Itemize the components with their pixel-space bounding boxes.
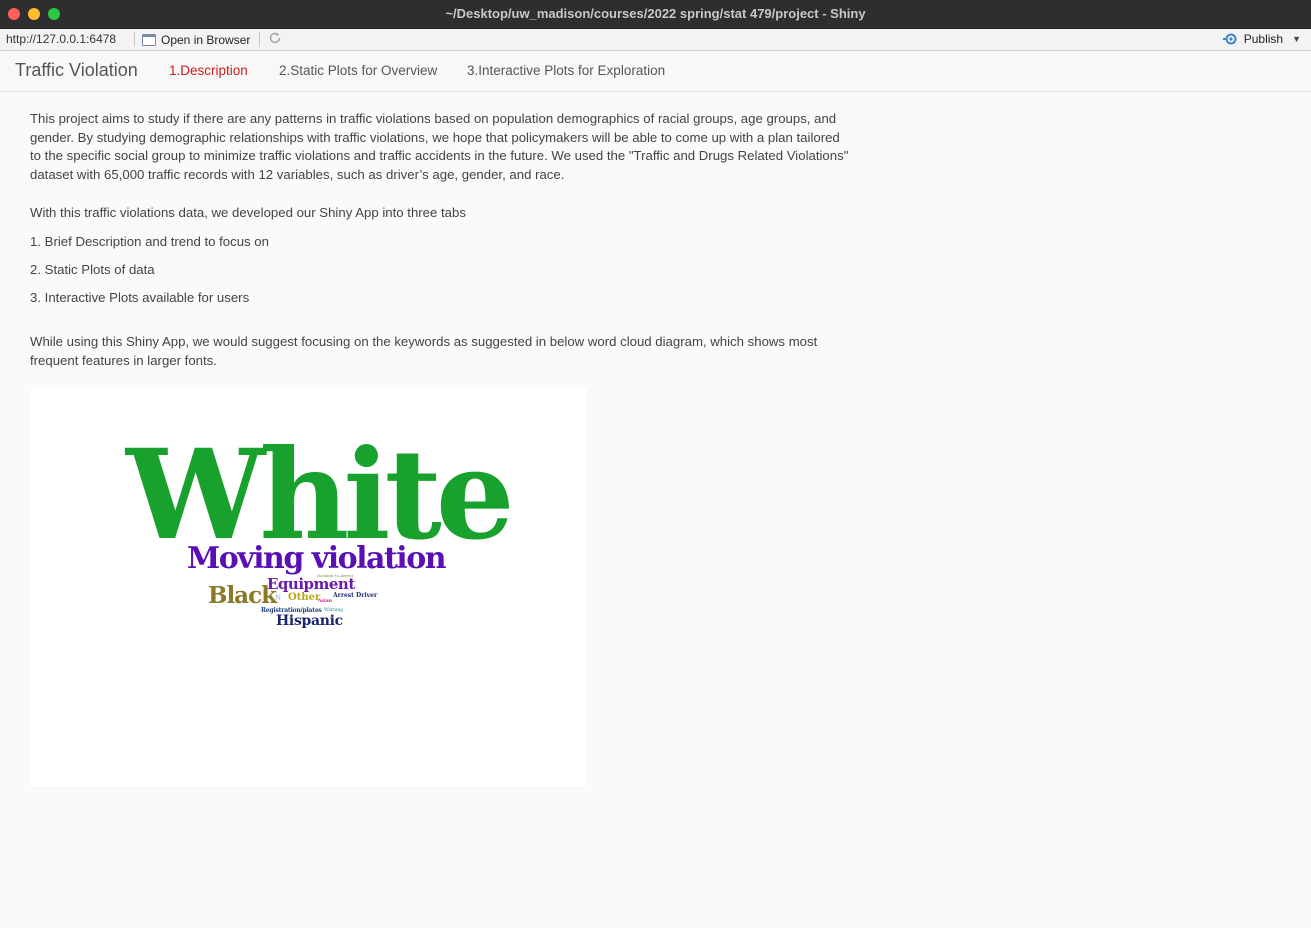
- cloud-word-black: Black: [208, 582, 277, 609]
- toolbar-separator: [134, 32, 135, 47]
- tab-static-plots[interactable]: 2.Static Plots for Overview: [279, 63, 437, 78]
- cloud-word-moving-violation: Moving violation: [187, 541, 447, 576]
- cloud-word-arrest-driver: Arrest Driver: [333, 592, 378, 599]
- viewer-toolbar: http://127.0.0.1:6478 Open in Browser Pu…: [0, 29, 1311, 51]
- shiny-window: ~/Desktop/uw_madison/courses/2022 spring…: [0, 0, 1311, 928]
- app-navbar: Traffic Violation 1.Description 2.Static…: [0, 51, 1311, 92]
- title-bar: ~/Desktop/uw_madison/courses/2022 spring…: [0, 0, 1311, 29]
- toolbar-separator: [259, 32, 260, 47]
- cloud-word-other: Other: [288, 592, 321, 603]
- cloud-word-n: N: [275, 594, 282, 602]
- cloud-word-equipment: Equipment: [267, 575, 355, 593]
- publish-label: Publish: [1243, 32, 1284, 46]
- cloud-word-asian: Asian: [318, 599, 332, 604]
- tab-description[interactable]: 1.Description: [169, 63, 248, 78]
- navbar-brand[interactable]: Traffic Violation: [15, 60, 138, 81]
- publish-button[interactable]: Publish ▼: [1222, 32, 1301, 46]
- list-item: 3. Interactive Plots available for users: [30, 289, 250, 305]
- list-item: 1. Brief Description and trend to focus …: [30, 233, 269, 249]
- cloud-intro-paragraph: While using this Shiny App, we would sug…: [30, 334, 818, 368]
- app-url[interactable]: http://127.0.0.1:6478: [6, 32, 116, 46]
- tab-interactive-plots[interactable]: 3.Interactive Plots for Exploration: [467, 63, 665, 78]
- intro-paragraph: This project aims to study if there are …: [30, 111, 849, 182]
- cloud-word-white: White: [126, 423, 515, 568]
- publish-icon: [1222, 33, 1239, 45]
- chevron-down-icon[interactable]: ▼: [1292, 34, 1301, 44]
- open-in-browser-button[interactable]: Open in Browser: [142, 31, 250, 48]
- open-in-browser-label: Open in Browser: [161, 32, 251, 47]
- tabs-intro-paragraph: With this traffic violations data, we de…: [30, 205, 466, 220]
- cloud-word-hispanic: Hispanic: [276, 613, 343, 629]
- word-cloud-image: White Moving violation Incident to Arres…: [30, 388, 587, 786]
- description-panel: This project aims to study if there are …: [30, 110, 850, 370]
- list-item: 2. Static Plots of data: [30, 261, 155, 277]
- browser-window-icon: [142, 33, 156, 46]
- refresh-icon[interactable]: [267, 31, 283, 47]
- window-title: ~/Desktop/uw_madison/courses/2022 spring…: [445, 6, 866, 21]
